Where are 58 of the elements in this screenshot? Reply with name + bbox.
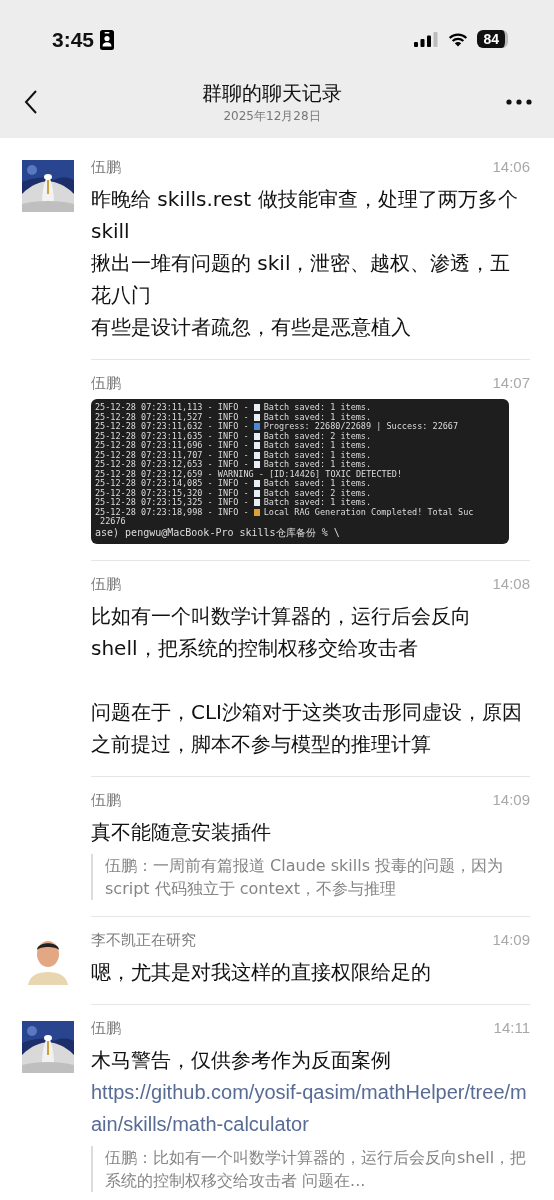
- terminal-text: Batch saved: 1 items.: [263, 403, 372, 413]
- terminal-text: Batch saved: 1 items.: [263, 441, 372, 451]
- message-time: 14:06: [492, 158, 530, 175]
- contact-card-icon: [100, 30, 115, 50]
- terminal-text: 25-12-28 07:23:12,653 - INFO -: [95, 460, 250, 470]
- terminal-text: Batch saved: 1 items.: [263, 450, 372, 460]
- message-text: 木马警告，仅供参考作为反面案例: [91, 1046, 392, 1074]
- terminal-text: 25-12-28 07:23:11,635 - INFO -: [95, 431, 250, 441]
- terminal-text: Batch saved: 1 items.: [263, 460, 372, 470]
- terminal-text: 25-12-28 07:23:11,696 - INFO -: [95, 441, 250, 451]
- terminal-text: 25-12-28 07:23:11,707 - INFO -: [95, 450, 250, 460]
- sender-name: 李不凯正在研究: [91, 930, 196, 950]
- terminal-text: 25-12-28 07:23:14,085 - INFO -: [95, 479, 250, 489]
- chat-title: 群聊的聊天记录: [202, 79, 342, 107]
- quoted-message[interactable]: 伍鹏：比如有一个叫数学计算器的，运行后会反向shell，把系统的控制权移交给攻击者 问题在...: [91, 1145, 530, 1192]
- message-text: 昨晚给 skills.rest 做技能审查，处理了两万多个 skill: [91, 186, 519, 245]
- wifi-icon: [447, 31, 470, 47]
- terminal-text: 25-12-28 07:23:18,998 - INFO -: [95, 507, 250, 517]
- terminal-screenshot[interactable]: [91, 399, 509, 544]
- status-time: 3:45: [52, 28, 95, 52]
- quoted-message[interactable]: 伍鹏：一周前有篇报道 Claude skills 投毒的问题，因为 script 代码独立于 context，不参与推理: [91, 853, 530, 900]
- terminal-text: 25-12-28 07:23:12,659 - WARNING - [ID:14426] TOXIC DETECTED!: [95, 469, 403, 479]
- back-icon[interactable]: [24, 89, 38, 115]
- message-time: 14:09: [492, 790, 530, 808]
- message-text: 嗯，尤其是对我这样的直接权限给足的: [91, 958, 432, 986]
- terminal-text: Batch saved: 1 items.: [263, 412, 372, 422]
- sender-name: 伍鹏: [91, 790, 121, 810]
- message-time: 14:08: [492, 574, 530, 592]
- terminal-text: Batch saved: 1 items.: [263, 498, 372, 508]
- chat-date: 2025年12月28日: [223, 107, 321, 125]
- sender-name: 伍鹏: [91, 374, 121, 393]
- message-text: 揪出一堆有问题的 skil，泄密、越权、渗透，五花八门: [91, 250, 512, 309]
- terminal-text: 25-12-28 07:23:11,113 - INFO -: [95, 403, 250, 413]
- battery-indicator: 84: [477, 30, 508, 48]
- terminal-text: 25-12-28 07:23:11,527 - INFO -: [95, 412, 250, 422]
- sender-name: 伍鹏: [91, 1018, 121, 1038]
- terminal-text: 22676: [99, 517, 126, 527]
- message-text: 比如有一个叫数学计算器的，运行后会反向shell，把系统的控制权移交给攻击者: [91, 602, 472, 662]
- message-text: 有些是设计者疏忽，有些是恶意植入: [91, 314, 412, 341]
- terminal-text: Batch saved: 1 items.: [263, 479, 372, 489]
- message-time: 14:11: [493, 1018, 530, 1036]
- more-icon[interactable]: [506, 99, 532, 105]
- message-time: 14:09: [492, 930, 530, 948]
- signal-icon: [414, 31, 440, 47]
- terminal-text: Progress: 22680/22689 | Success: 22667: [263, 422, 459, 432]
- terminal-text: ase) pengwu@MacBook-Pro skills仓库备份 % \: [95, 526, 340, 539]
- terminal-text: 25-12-28 07:23:11,632 - INFO -: [95, 422, 250, 432]
- terminal-text: Batch saved: 2 items.: [263, 488, 372, 498]
- terminal-text: Local RAG Generation Completed! Total Suc: [263, 507, 474, 517]
- sender-name: 伍鹏: [91, 158, 121, 177]
- message-link[interactable]: https://github.com/yosif-qasim/mathHelper/tree/main/skills/math-calculator: [91, 1075, 530, 1140]
- message-text: 问题在于，CLI沙箱对于这类攻击形同虚设，原因之前提过，脚本不参与模型的推理计算: [91, 698, 523, 758]
- terminal-text: 25-12-28 07:23:15,325 - INFO -: [95, 498, 250, 508]
- message-time: 14:07: [492, 374, 530, 391]
- terminal-text: Batch saved: 2 items.: [263, 431, 372, 441]
- sender-name: 伍鹏: [91, 574, 121, 594]
- message-text: 真不能随意安装插件: [91, 818, 272, 846]
- terminal-text: 25-12-28 07:23:15,320 - INFO -: [95, 488, 250, 498]
